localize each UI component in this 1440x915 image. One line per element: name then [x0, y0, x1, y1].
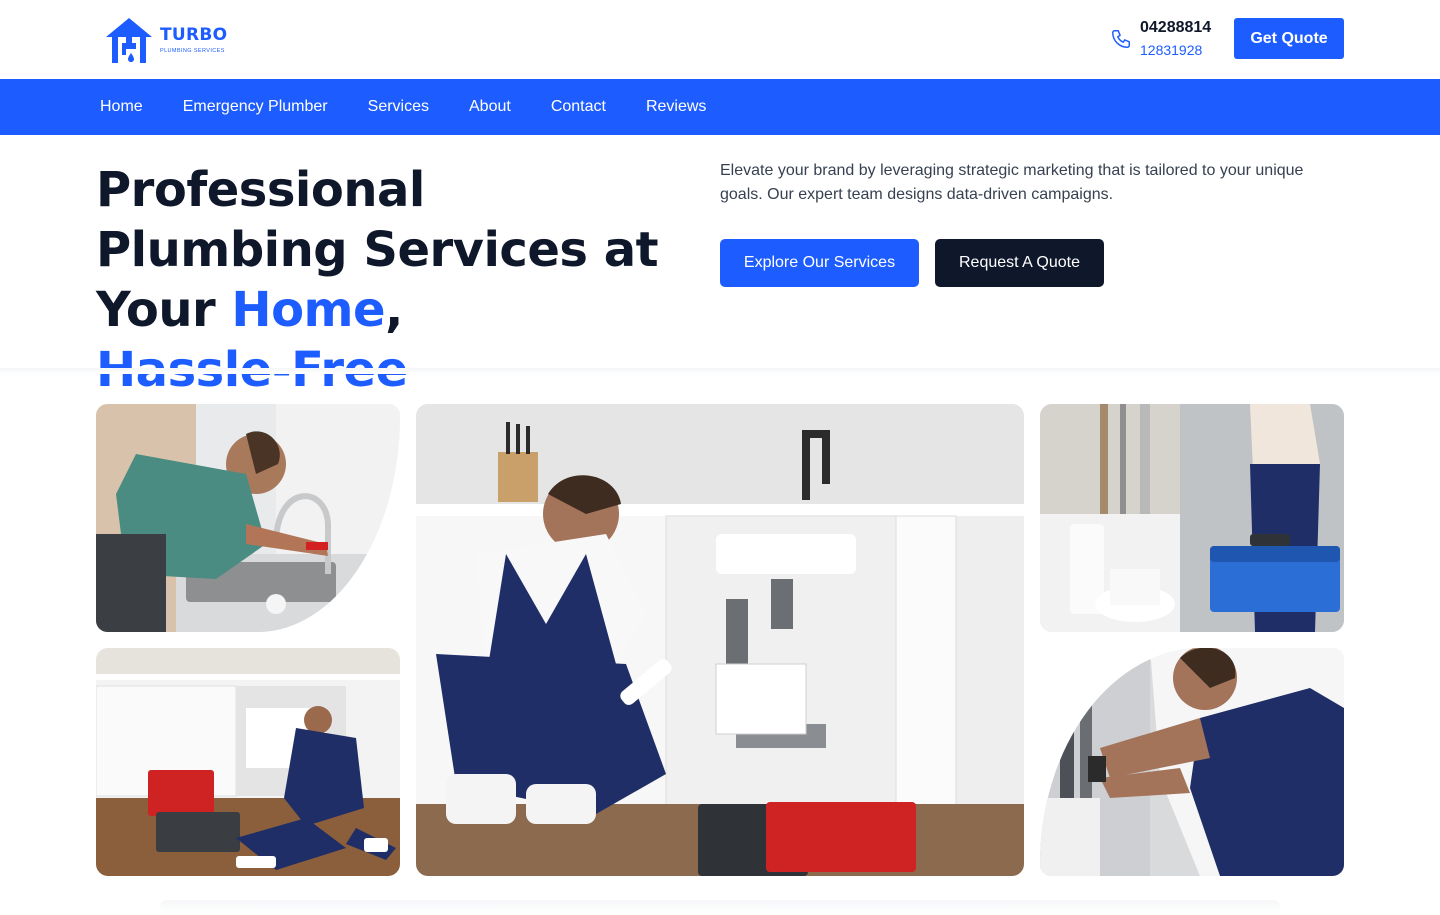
nav-items: Home Emergency Plumber Services About Co… [100, 79, 746, 135]
nav-item-about[interactable]: About [469, 79, 511, 135]
phone-contact[interactable]: 04288814 12831928 [1110, 18, 1211, 60]
main-nav: Home Emergency Plumber Services About Co… [0, 79, 1440, 135]
section-divider [0, 368, 1440, 374]
nav-item-emergency-plumber[interactable]: Emergency Plumber [183, 79, 328, 135]
gallery-photo-toolbox-bathroom [1040, 404, 1344, 632]
hero-title-comma: , [385, 282, 403, 338]
brand-logo[interactable]: TURBO PLUMBING SERVICES [104, 14, 244, 66]
hero-title-accent-home: Home [231, 282, 386, 338]
phone-alt[interactable]: 12831928 [1140, 40, 1211, 60]
house-faucet-icon [106, 18, 152, 63]
phone-main[interactable]: 04288814 [1140, 18, 1211, 38]
phone-numbers: 04288814 12831928 [1140, 18, 1211, 60]
top-header: TURBO PLUMBING SERVICES 04288814 1283192… [0, 0, 1440, 79]
get-quote-button[interactable]: Get Quote [1234, 18, 1344, 59]
gallery-photo-faucet [96, 404, 400, 632]
gallery-photo-under-sink [1040, 648, 1344, 876]
bottom-section-edge [160, 900, 1280, 915]
hero-description: Elevate your brand by leveraging strateg… [720, 162, 1304, 203]
request-quote-button[interactable]: Request A Quote [935, 239, 1104, 287]
brand-name: TURBO [160, 25, 228, 45]
nav-item-reviews[interactable]: Reviews [646, 79, 706, 135]
phone-icon [1112, 30, 1130, 48]
hero-title: Professional Plumbing Services at Your H… [96, 160, 676, 400]
brand-text: TURBO PLUMBING SERVICES [160, 26, 227, 54]
brand-tagline: PLUMBING SERVICES [160, 48, 225, 54]
gallery-photo-floor-sink [96, 648, 400, 876]
gallery-photo-sink-installation [416, 404, 1024, 876]
nav-item-contact[interactable]: Contact [551, 79, 606, 135]
nav-item-services[interactable]: Services [368, 79, 429, 135]
explore-services-button[interactable]: Explore Our Services [720, 239, 919, 287]
nav-item-home[interactable]: Home [100, 79, 143, 135]
